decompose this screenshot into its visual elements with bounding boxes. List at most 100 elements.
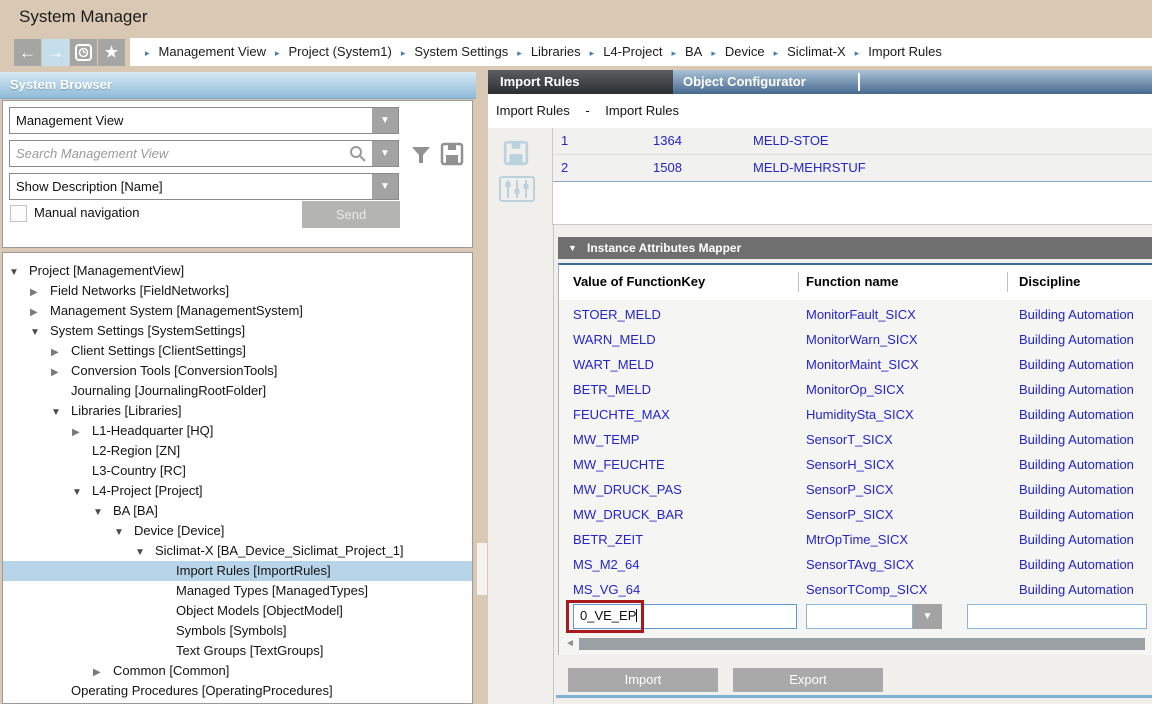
send-button[interactable]: Send xyxy=(302,201,400,228)
tree-item-text-groups[interactable]: Text Groups [TextGroups] xyxy=(3,641,472,661)
panel-splitter[interactable] xyxy=(476,70,488,704)
breadcrumb-item-project-system1[interactable]: Project (System1) xyxy=(289,44,392,59)
tree-collapse-icon[interactable]: ▼ xyxy=(72,483,92,503)
chevron-down-icon[interactable]: ▼ xyxy=(372,174,398,199)
function-name-cell: MonitorFault_SICX xyxy=(806,302,916,327)
column-header-function-key[interactable]: Value of FunctionKey xyxy=(573,274,705,289)
mapper-row-stoer-meld[interactable]: STOER_MELDMonitorFault_SICXBuilding Auto… xyxy=(559,302,1152,327)
mapper-row-mw-druck-pas[interactable]: MW_DRUCK_PASSensorP_SICXBuilding Automat… xyxy=(559,477,1152,502)
chevron-down-icon[interactable]: ▼ xyxy=(372,108,398,133)
tree-item-management-system[interactable]: ▶Management System [ManagementSystem] xyxy=(3,301,472,321)
tree-collapse-icon[interactable]: ▼ xyxy=(30,323,50,343)
function-name-input[interactable] xyxy=(806,604,913,629)
tree-item-libraries[interactable]: ▼Libraries [Libraries] xyxy=(3,401,472,421)
tree-collapse-icon[interactable]: ▼ xyxy=(9,263,29,283)
chevron-down-icon[interactable]: ▼ xyxy=(372,141,398,166)
collapse-icon[interactable]: ▼ xyxy=(568,237,577,259)
breadcrumb-item-libraries[interactable]: Libraries xyxy=(531,44,581,59)
scrollbar-thumb[interactable] xyxy=(579,638,1145,650)
tree-expand-icon[interactable]: ▶ xyxy=(72,423,92,443)
view-selector-value: Management View xyxy=(16,113,123,128)
discipline-input[interactable] xyxy=(967,604,1147,629)
tree-expand-icon[interactable]: ▶ xyxy=(51,343,71,363)
filter-icon[interactable] xyxy=(410,145,432,170)
rule-row-2[interactable]: 21508MELD-MEHRSTUF xyxy=(553,155,1152,182)
favorites-button[interactable]: ★ xyxy=(98,39,125,66)
tree-item-managed-types[interactable]: Managed Types [ManagedTypes] xyxy=(3,581,472,601)
tree-expand-icon[interactable]: ▶ xyxy=(93,663,113,683)
tree-item-journaling[interactable]: Journaling [JournalingRootFolder] xyxy=(3,381,472,401)
tab-import-rules[interactable]: Import Rules xyxy=(488,70,673,94)
breadcrumb-item-siclimat-x[interactable]: Siclimat-X xyxy=(787,44,846,59)
section-title: Instance Attributes Mapper xyxy=(587,237,741,259)
tab-object-configurator[interactable]: Object Configurator xyxy=(673,70,858,94)
tree-collapse-icon[interactable]: ▼ xyxy=(135,543,155,563)
tree-collapse-icon[interactable]: ▼ xyxy=(114,523,134,543)
mapper-row-ms-m2-64[interactable]: MS_M2_64SensorTAvg_SICXBuilding Automati… xyxy=(559,552,1152,577)
manual-navigation-checkbox[interactable] xyxy=(10,205,27,222)
tree-item-l4-project[interactable]: ▼L4-Project [Project] xyxy=(3,481,472,501)
mapper-row-ms-vg-64[interactable]: MS_VG_64SensorTComp_SICXBuilding Automat… xyxy=(559,577,1152,602)
mapper-row-betr-zeit[interactable]: BETR_ZEITMtrOpTime_SICXBuilding Automati… xyxy=(559,527,1152,552)
tree-item-object-models[interactable]: Object Models [ObjectModel] xyxy=(3,601,472,621)
save-icon[interactable] xyxy=(440,142,464,171)
mapper-row-feuchte-max[interactable]: FEUCHTE_MAXHumiditySta_SICXBuilding Auto… xyxy=(559,402,1152,427)
search-icon[interactable] xyxy=(349,145,367,168)
settings-sliders-icon[interactable] xyxy=(499,176,535,207)
tree-item-l3-country[interactable]: L3-Country [RC] xyxy=(3,461,472,481)
tree-expand-icon[interactable]: ▶ xyxy=(30,303,50,323)
breadcrumb-item-system-settings[interactable]: System Settings xyxy=(414,44,508,59)
tree-item-common[interactable]: ▶Common [Common] xyxy=(3,661,472,681)
breadcrumb-item[interactable]: Import Rules xyxy=(605,103,679,118)
tree-item-conversion-tools[interactable]: ▶Conversion Tools [ConversionTools] xyxy=(3,361,472,381)
tree-item-siclimat-x[interactable]: ▼Siclimat-X [BA_Device_Siclimat_Project_… xyxy=(3,541,472,561)
tree-item-import-rules[interactable]: Import Rules [ImportRules] xyxy=(3,561,472,581)
tree-expand-icon[interactable]: ▶ xyxy=(51,363,71,383)
breadcrumb-item-ba[interactable]: BA xyxy=(685,44,702,59)
tree-item-client-settings[interactable]: ▶Client Settings [ClientSettings] xyxy=(3,341,472,361)
import-button[interactable]: Import xyxy=(568,668,718,692)
tree-item-system-settings[interactable]: ▼System Settings [SystemSettings] xyxy=(3,321,472,341)
mapper-row-mw-temp[interactable]: MW_TEMPSensorT_SICXBuilding Automation xyxy=(559,427,1152,452)
breadcrumb-item-import-rules[interactable]: Import Rules xyxy=(868,44,942,59)
tree-item-label: Text Groups [TextGroups] xyxy=(176,643,323,658)
scrollbar-thumb[interactable] xyxy=(477,543,487,595)
tree-collapse-icon[interactable]: ▼ xyxy=(93,503,113,523)
tree-expand-icon[interactable]: ▶ xyxy=(30,283,50,303)
chevron-down-icon[interactable]: ▼ xyxy=(913,604,942,629)
tree-item-field-networks[interactable]: ▶Field Networks [FieldNetworks] xyxy=(3,281,472,301)
view-selector[interactable]: Management View ▼ xyxy=(9,107,399,134)
breadcrumb-item-device[interactable]: Device xyxy=(725,44,765,59)
breadcrumb-item-l4-project[interactable]: L4-Project xyxy=(603,44,662,59)
horizontal-scrollbar[interactable]: ◄ xyxy=(565,637,1147,651)
save-icon[interactable] xyxy=(503,140,529,171)
instance-attributes-mapper-header[interactable]: ▼ Instance Attributes Mapper xyxy=(558,237,1152,259)
rule-row-1[interactable]: 11364MELD-STOE xyxy=(553,128,1152,155)
scroll-left-icon[interactable]: ◄ xyxy=(565,638,575,649)
breadcrumb-item-management-view[interactable]: Management View xyxy=(159,44,266,59)
back-button[interactable]: ← xyxy=(14,39,41,66)
export-button[interactable]: Export xyxy=(733,668,883,692)
mapper-row-mw-druck-bar[interactable]: MW_DRUCK_BARSensorP_SICXBuilding Automat… xyxy=(559,502,1152,527)
column-header-discipline[interactable]: Discipline xyxy=(1019,274,1080,289)
mapper-row-betr-meld[interactable]: BETR_MELDMonitorOp_SICXBuilding Automati… xyxy=(559,377,1152,402)
search-input[interactable]: Search Management View ▼ xyxy=(9,140,399,167)
history-button[interactable] xyxy=(70,39,97,66)
breadcrumb-item[interactable]: Import Rules xyxy=(496,103,570,118)
tree-item-project[interactable]: ▼Project [ManagementView] xyxy=(3,261,472,281)
description-selector[interactable]: Show Description [Name] ▼ xyxy=(9,173,399,200)
tree-item-label: Managed Types [ManagedTypes] xyxy=(176,583,368,598)
tree-item-l1-headquarter[interactable]: ▶L1-Headquarter [HQ] xyxy=(3,421,472,441)
tree-item-device[interactable]: ▼Device [Device] xyxy=(3,521,472,541)
forward-button[interactable]: → xyxy=(42,39,69,66)
mapper-row-wart-meld[interactable]: WART_MELDMonitorMaint_SICXBuilding Autom… xyxy=(559,352,1152,377)
discipline-cell: Building Automation xyxy=(1019,527,1134,552)
mapper-row-mw-feuchte[interactable]: MW_FEUCHTESensorH_SICXBuilding Automatio… xyxy=(559,452,1152,477)
tree-collapse-icon[interactable]: ▼ xyxy=(51,403,71,423)
mapper-row-warn-meld[interactable]: WARN_MELDMonitorWarn_SICXBuilding Automa… xyxy=(559,327,1152,352)
tree-item-ba[interactable]: ▼BA [BA] xyxy=(3,501,472,521)
tree-item-symbols[interactable]: Symbols [Symbols] xyxy=(3,621,472,641)
column-header-function-name[interactable]: Function name xyxy=(806,274,898,289)
tree-item-operating-procedures[interactable]: Operating Procedures [OperatingProcedure… xyxy=(3,681,472,701)
tree-item-l2-region[interactable]: L2-Region [ZN] xyxy=(3,441,472,461)
